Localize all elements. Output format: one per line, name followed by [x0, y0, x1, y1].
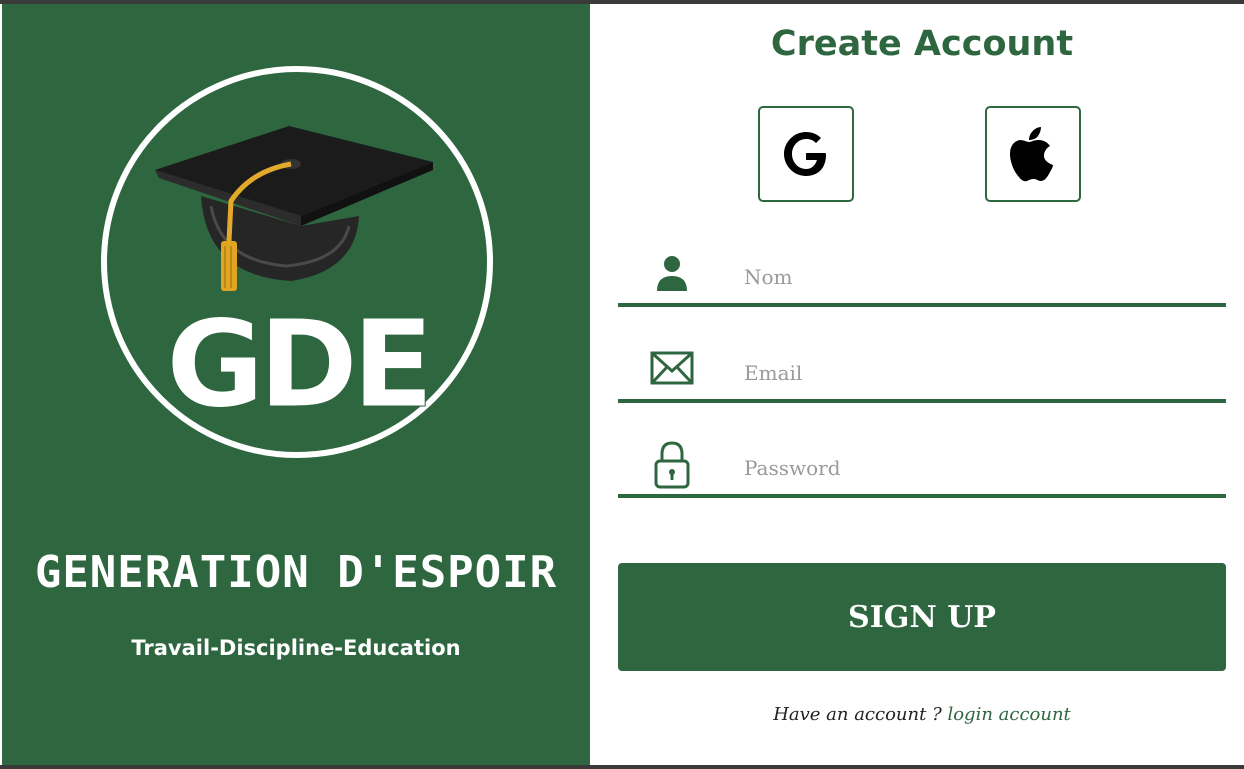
login-prompt-text: Have an account ? — [773, 704, 948, 725]
form-title: Create Account — [770, 24, 1074, 64]
name-field — [618, 247, 1226, 307]
graduation-cap-logo: GDE — [155, 126, 435, 436]
google-g-icon — [784, 132, 826, 176]
signup-window: GDE GENERATION D'ESPOIR Travail-Discipli… — [0, 4, 1244, 765]
signup-button[interactable]: SIGN UP — [618, 563, 1226, 671]
password-underline — [618, 494, 1226, 498]
apple-icon — [1010, 127, 1053, 182]
google-signin-button[interactable] — [758, 106, 854, 202]
login-prompt: Have an account ? login account — [618, 704, 1226, 725]
name-underline — [618, 303, 1226, 307]
login-account-link[interactable]: login account — [947, 704, 1070, 725]
name-input[interactable] — [742, 261, 1206, 293]
brand-panel: GDE GENERATION D'ESPOIR Travail-Discipli… — [2, 4, 590, 765]
brand-motto: Travail-Discipline-Education — [131, 636, 461, 660]
password-input[interactable] — [742, 452, 1206, 484]
email-input[interactable] — [742, 357, 1206, 389]
envelope-icon — [650, 351, 694, 385]
apple-signin-button[interactable] — [985, 106, 1081, 202]
padlock-icon — [654, 441, 690, 489]
logo-letters: GDE — [166, 296, 428, 435]
email-field — [618, 343, 1226, 403]
brand-name: GENERATION D'ESPOIR — [34, 547, 558, 598]
password-field — [618, 438, 1226, 498]
user-icon — [657, 256, 687, 291]
email-underline — [618, 399, 1226, 403]
